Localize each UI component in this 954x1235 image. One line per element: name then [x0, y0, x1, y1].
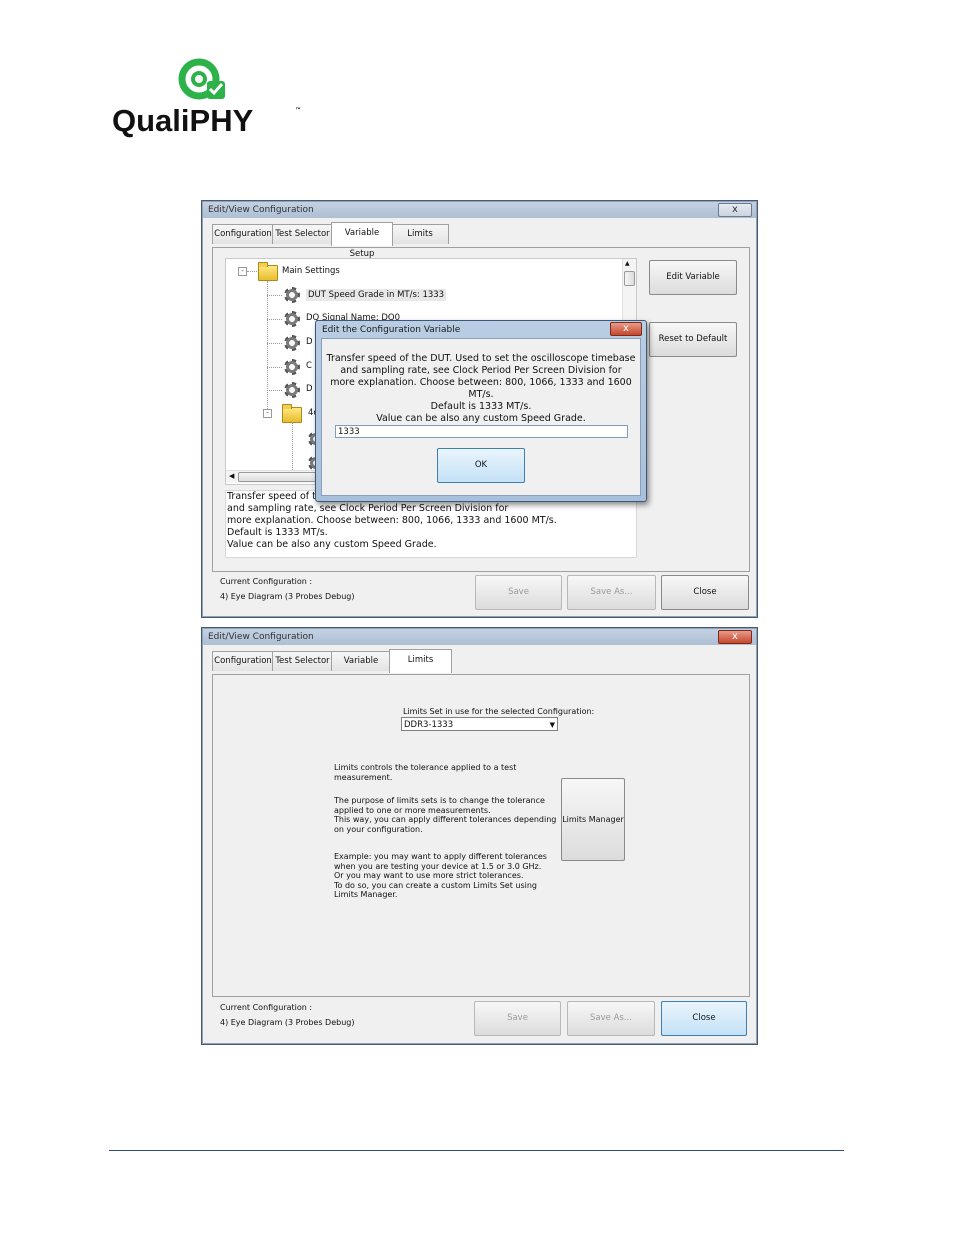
save-as-button[interactable]: Save As... [567, 575, 656, 610]
paragraph-line: on your configuration. [334, 824, 423, 834]
tree-connector [267, 295, 282, 296]
title-bar: Edit/View Configuration x [203, 629, 756, 645]
tree-connector [267, 319, 282, 320]
paragraph-line: To do so, you can create a custom Limits… [334, 880, 538, 890]
save-button[interactable]: Save [475, 575, 562, 610]
gear-icon [284, 287, 300, 303]
collapse-icon[interactable]: - [238, 267, 247, 276]
paragraph-line: Example: you may want to apply different… [334, 852, 547, 861]
tab-limits[interactable]: Limits [391, 224, 449, 244]
limits-set-dropdown[interactable]: DDR3-1333 ▼ [401, 717, 558, 731]
gear-icon [284, 335, 300, 351]
dialog-message-line: Value can be also any custom Speed Grade… [376, 413, 586, 424]
tree-connector [267, 367, 282, 368]
edit-view-configuration-window-limits: Edit/View Configuration x Configuration … [201, 627, 758, 1045]
gear-icon [284, 359, 300, 375]
dialog-close-button[interactable]: x [610, 322, 642, 336]
current-configuration-label: Current Configuration : [220, 1003, 313, 1012]
tab-limits[interactable]: Limits [389, 649, 452, 673]
reset-to-default-button[interactable]: Reset to Default [649, 322, 737, 357]
dialog-message-line: Default is 1333 MT/s. [430, 401, 532, 412]
limits-info-paragraph-1: Limits controls the tolerance applied to… [334, 763, 516, 782]
tree-item-main-settings[interactable]: Main Settings [282, 266, 340, 276]
page-footer-rule [109, 1150, 844, 1151]
paragraph-line: Or you may want to use more strict toler… [334, 871, 524, 880]
tree-connector [267, 343, 282, 344]
title-bar: Edit/View Configuration x [203, 202, 756, 218]
tab-variable-setup[interactable]: Variable Setup [331, 222, 393, 259]
tab-test-selector[interactable]: Test Selector [272, 224, 333, 244]
logo-trademark: ™ [295, 107, 301, 114]
tree-connector [247, 271, 257, 272]
tree-item-dut-speed-grade[interactable]: DUT Speed Grade in MT/s: 1333 [306, 289, 447, 301]
tab-test-selector[interactable]: Test Selector [272, 651, 333, 671]
qualiphy-logo: QualiPHY ™ [112, 55, 312, 140]
paragraph-line: applied to one or more measurements. [334, 805, 491, 815]
tab-configuration[interactable]: Configuration [212, 651, 274, 671]
dialog-title: Edit the Configuration Variable [322, 325, 461, 335]
current-configuration-label: Current Configuration : [220, 577, 313, 586]
current-configuration-value: 4) Eye Diagram (3 Probes Debug) [220, 1018, 355, 1027]
paragraph-line: Limits controls the tolerance applied to… [334, 763, 517, 772]
dialog-message-line: more explanation. Choose between: 800, 1… [330, 377, 632, 400]
save-button[interactable]: Save [474, 1001, 561, 1036]
folder-icon [258, 262, 278, 281]
dialog-message-line: Transfer speed of the DUT. Used to set t… [326, 353, 636, 364]
tree-item-3[interactable]: D [306, 337, 313, 347]
limits-info-paragraph-2: The purpose of limits sets is to change … [334, 796, 556, 834]
close-button[interactable]: Close [661, 575, 749, 610]
paragraph-line: This way, you can apply different tolera… [334, 815, 557, 824]
limits-info-paragraph-3: Example: you may want to apply different… [334, 852, 547, 900]
dialog-message-line: and sampling rate, see Clock Period Per … [340, 365, 622, 376]
gear-icon [284, 382, 300, 398]
chevron-down-icon[interactable]: ▼ [550, 718, 555, 732]
limits-set-value: DDR3-1333 [404, 720, 454, 730]
dialog-body: Transfer speed of the DUT. Used to set t… [321, 338, 641, 496]
folder-icon [282, 404, 302, 423]
paragraph-line: measurement. [334, 772, 393, 782]
tab-variable-setup[interactable]: Variable Setup [331, 651, 391, 685]
description-line: and sampling rate, see Clock Period Per … [227, 503, 509, 514]
ok-button[interactable]: OK [437, 448, 525, 483]
save-as-button[interactable]: Save As... [567, 1001, 655, 1036]
tab-configuration[interactable]: Configuration [212, 224, 274, 244]
scroll-up-icon[interactable]: ▲ [625, 260, 630, 267]
limits-manager-button[interactable]: Limits Manager [561, 778, 625, 861]
edit-configuration-variable-dialog: Edit the Configuration Variable x Transf… [315, 320, 647, 502]
tree-connector [267, 281, 268, 411]
paragraph-line: when you are testing your device at 1.5 … [334, 861, 542, 871]
paragraph-line: Limits Manager. [334, 890, 398, 899]
description-line: more explanation. Choose between: 800, 1… [227, 515, 557, 526]
window-title: Edit/View Configuration [208, 632, 314, 642]
description-line: Default is 1333 MT/s. [227, 527, 328, 538]
window-close-button[interactable]: x [718, 630, 752, 644]
scroll-left-icon[interactable]: ◀ [229, 472, 234, 480]
edit-variable-button[interactable]: Edit Variable [649, 260, 737, 295]
close-button[interactable]: Close [661, 1001, 747, 1036]
description-line: Value can be also any custom Speed Grade… [227, 539, 437, 550]
scroll-thumb[interactable] [624, 271, 635, 286]
window-close-button[interactable]: x [718, 203, 752, 217]
logo-text: QualiPHY [112, 103, 254, 138]
qualiphy-logo-icon [178, 58, 225, 100]
paragraph-line: The purpose of limits sets is to change … [334, 796, 545, 805]
collapse-icon[interactable]: - [263, 409, 272, 418]
tree-item-4[interactable]: C [306, 361, 312, 371]
dialog-message: Transfer speed of the DUT. Used to set t… [322, 353, 640, 425]
limits-set-label: Limits Set in use for the selected Confi… [403, 707, 595, 716]
gear-icon [284, 311, 300, 327]
tree-connector [292, 422, 293, 472]
variable-value-input[interactable]: 1333 [335, 425, 628, 438]
tree-item-5[interactable]: D [306, 384, 313, 394]
tree-connector [267, 390, 282, 391]
scroll-thumb[interactable] [238, 472, 320, 482]
current-configuration-value: 4) Eye Diagram (3 Probes Debug) [220, 592, 355, 601]
window-title: Edit/View Configuration [208, 205, 314, 215]
